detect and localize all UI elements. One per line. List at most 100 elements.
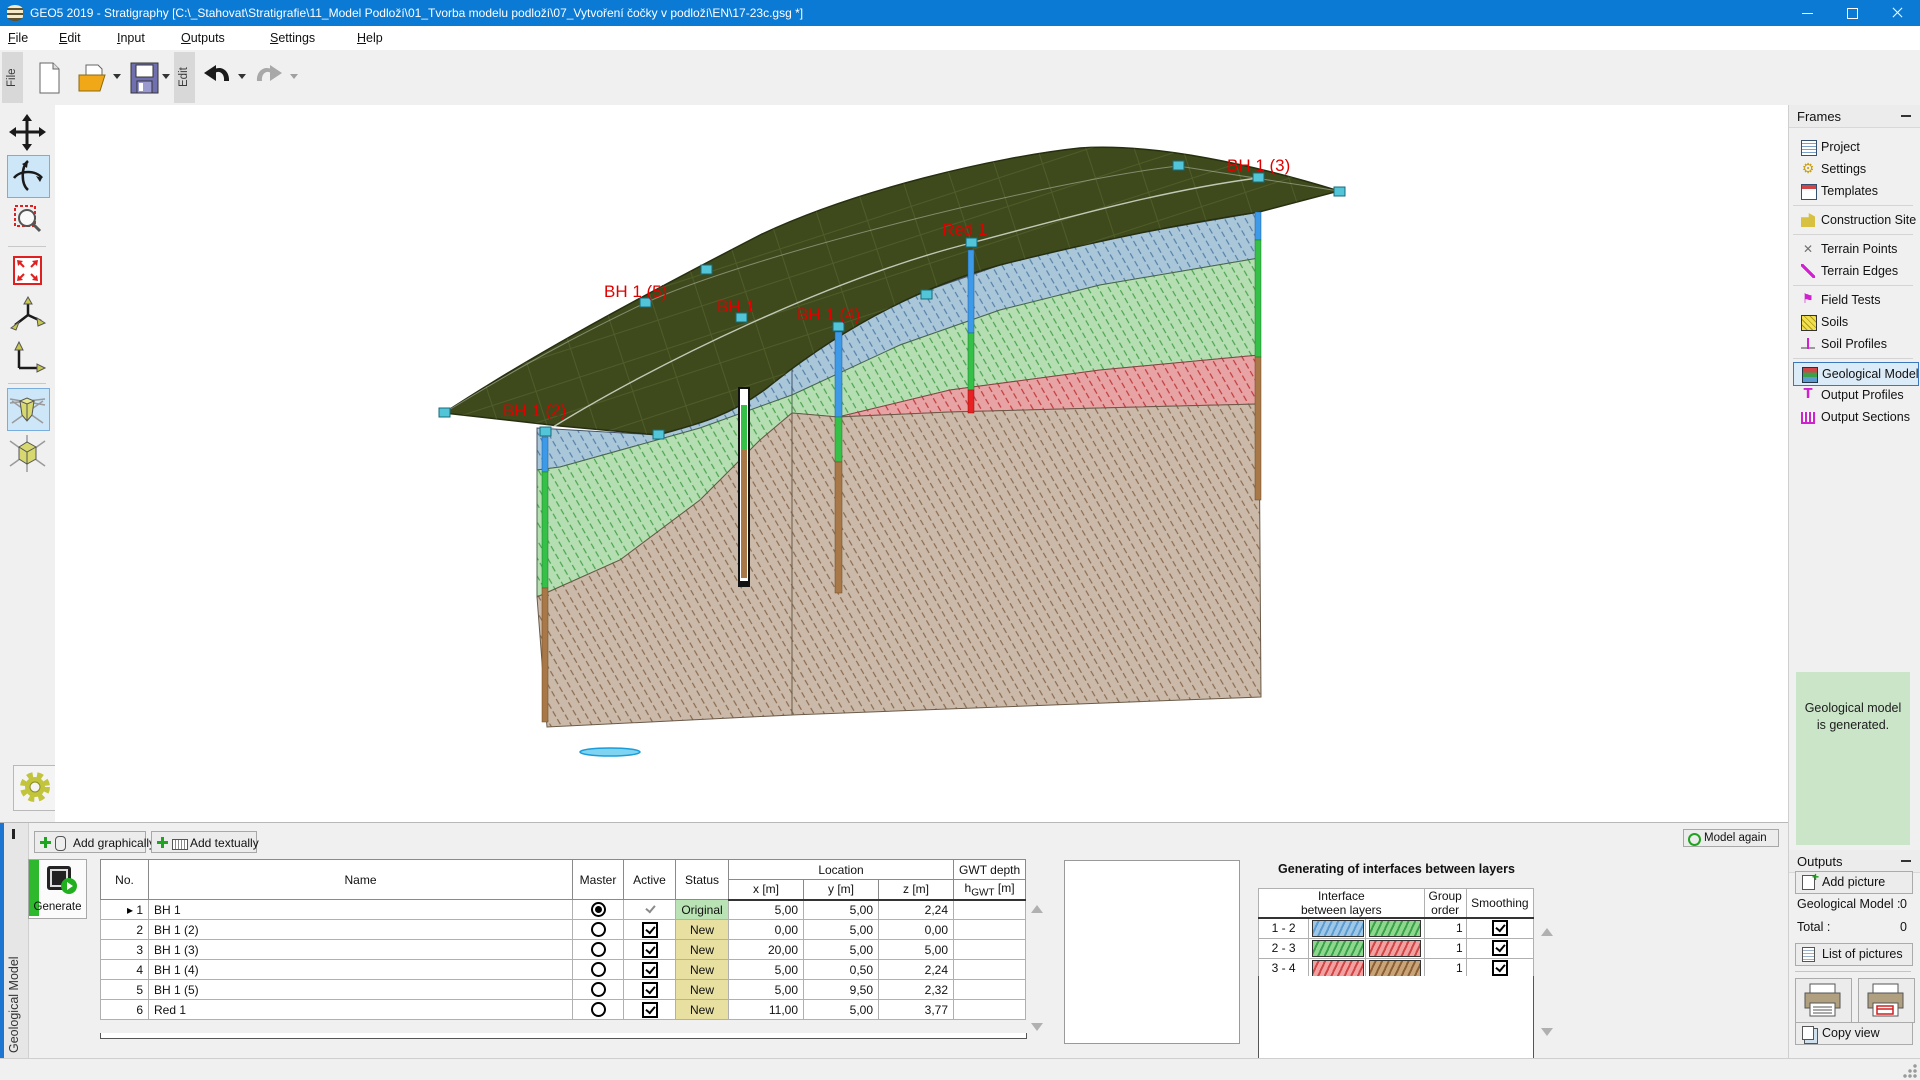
master-radio[interactable] bbox=[590, 922, 606, 938]
list-of-pictures-button[interactable]: List of pictures bbox=[1795, 943, 1913, 966]
model-viewport[interactable]: BH 1 (2) BH 1 (5) BH 1 BH 1 (4) Red 1 BH… bbox=[55, 105, 1788, 822]
redo-dropdown[interactable] bbox=[290, 74, 298, 79]
interfaces-scroll-up[interactable] bbox=[1541, 928, 1553, 936]
col-no[interactable]: No. bbox=[100, 859, 149, 900]
cell-name[interactable]: BH 1 (2) bbox=[148, 919, 573, 940]
axonometry-view-button[interactable] bbox=[7, 433, 48, 474]
master-radio[interactable] bbox=[590, 1002, 606, 1018]
col-name[interactable]: Name bbox=[148, 859, 573, 900]
rotate-view-button[interactable] bbox=[7, 155, 50, 198]
table-scroll-up[interactable] bbox=[1031, 905, 1043, 913]
active-checkbox[interactable] bbox=[641, 1001, 658, 1018]
col-z[interactable]: z [m] bbox=[877, 879, 955, 901]
table-row[interactable]: 4 BH 1 (4) New 5,00 0,50 2,24 bbox=[100, 959, 1027, 980]
maximize-button[interactable] bbox=[1830, 0, 1875, 26]
col-active[interactable]: Active bbox=[623, 859, 676, 900]
interface-row[interactable]: 3 - 4 1 bbox=[1257, 957, 1535, 979]
master-radio[interactable] bbox=[590, 982, 606, 998]
table-row[interactable]: ▸ 1 BH 1 Original 5,00 5,00 2,24 bbox=[100, 899, 1027, 920]
interfaces-scroll-down[interactable] bbox=[1541, 1028, 1553, 1036]
panel-side-tab[interactable]: Geological Model bbox=[4, 823, 29, 1059]
interface-row[interactable]: 2 - 3 1 bbox=[1257, 937, 1535, 959]
cell-name[interactable]: BH 1 (4) bbox=[148, 959, 573, 980]
menu-outputs[interactable]: Outputs bbox=[181, 31, 225, 45]
open-button[interactable] bbox=[76, 59, 110, 97]
zoom-extents-button[interactable] bbox=[7, 250, 48, 291]
table-row[interactable]: 3 BH 1 (3) New 20,00 5,00 5,00 bbox=[100, 939, 1027, 960]
frame-item-field-tests[interactable]: ⚑ Field Tests bbox=[1793, 289, 1917, 311]
col-gwt[interactable]: GWT depth bbox=[953, 859, 1027, 880]
master-radio[interactable] bbox=[590, 902, 606, 918]
outputs-collapse-button[interactable] bbox=[1901, 860, 1911, 862]
print-report-button[interactable] bbox=[1858, 978, 1915, 1023]
close-button[interactable] bbox=[1875, 0, 1920, 26]
menu-input[interactable]: Input bbox=[117, 31, 145, 45]
minimize-button[interactable] bbox=[1785, 0, 1830, 26]
frame-item-terrain-points[interactable]: ✕ Terrain Points bbox=[1793, 238, 1917, 260]
active-checkbox[interactable] bbox=[641, 941, 658, 958]
smoothing-checkbox[interactable] bbox=[1491, 920, 1508, 937]
frame-item-construction-site[interactable]: Construction Site bbox=[1793, 209, 1917, 231]
open-dropdown[interactable] bbox=[113, 74, 121, 79]
frame-item-soils[interactable]: Soils bbox=[1793, 311, 1917, 333]
frame-item-terrain-edges[interactable]: Terrain Edges bbox=[1793, 260, 1917, 282]
cell-name[interactable]: BH 1 bbox=[148, 899, 573, 920]
save-button[interactable] bbox=[127, 59, 161, 97]
frames-collapse-button[interactable] bbox=[1901, 115, 1911, 117]
col-location[interactable]: Location bbox=[727, 859, 955, 880]
active-checkbox[interactable] bbox=[644, 904, 656, 916]
active-checkbox[interactable] bbox=[641, 961, 658, 978]
col-master[interactable]: Master bbox=[572, 859, 624, 900]
menu-help[interactable]: Help bbox=[357, 31, 383, 45]
frame-item-project[interactable]: Project bbox=[1793, 136, 1917, 158]
col-y[interactable]: y [m] bbox=[803, 879, 879, 901]
undo-dropdown[interactable] bbox=[238, 74, 246, 79]
frame-item-settings[interactable]: ⚙ Settings bbox=[1793, 158, 1917, 180]
table-row[interactable]: 5 BH 1 (5) New 5,00 9,50 2,32 bbox=[100, 979, 1027, 1000]
print-button[interactable] bbox=[1795, 978, 1852, 1023]
active-checkbox[interactable] bbox=[641, 981, 658, 998]
col-status[interactable]: Status bbox=[675, 859, 729, 900]
save-dropdown[interactable] bbox=[162, 74, 170, 79]
menu-file[interactable]: File bbox=[8, 31, 28, 45]
master-radio[interactable] bbox=[590, 962, 606, 978]
col-gwt-sub[interactable]: hGWT [m] bbox=[953, 879, 1027, 901]
cell-name[interactable]: BH 1 (3) bbox=[148, 939, 573, 960]
table-row[interactable]: 6 Red 1 New 11,00 5,00 3,77 bbox=[100, 999, 1027, 1020]
master-radio[interactable] bbox=[590, 942, 606, 958]
model-again-button[interactable]: Model again bbox=[1683, 829, 1779, 847]
table-scroll-down[interactable] bbox=[1031, 1023, 1043, 1031]
zoom-window-button[interactable] bbox=[7, 200, 48, 241]
active-checkbox[interactable] bbox=[641, 921, 658, 938]
frame-item-soil-profiles[interactable]: Soil Profiles bbox=[1793, 333, 1917, 355]
smoothing-checkbox[interactable] bbox=[1491, 960, 1508, 976]
cell-name[interactable]: Red 1 bbox=[148, 999, 573, 1020]
menu-edit[interactable]: Edit bbox=[59, 31, 81, 45]
undo-button[interactable] bbox=[200, 59, 234, 97]
interface-row[interactable]: 1 - 2 1 bbox=[1257, 917, 1535, 939]
resize-grip[interactable] bbox=[1903, 1064, 1917, 1078]
generate-button[interactable]: Generate bbox=[28, 859, 87, 919]
view-settings-button[interactable] bbox=[13, 765, 59, 811]
axes-3d-button[interactable] bbox=[7, 295, 48, 336]
edit-toolbar-tab[interactable]: Edit bbox=[174, 52, 195, 103]
new-document-button[interactable] bbox=[32, 59, 66, 97]
frame-item-templates[interactable]: Templates bbox=[1793, 180, 1917, 202]
cell-name[interactable]: BH 1 (5) bbox=[148, 979, 573, 1000]
redo-button[interactable] bbox=[252, 59, 286, 97]
col-x[interactable]: x [m] bbox=[728, 879, 804, 901]
frame-item-geological-model[interactable]: Geological Model bbox=[1793, 362, 1919, 386]
table-row[interactable]: 2 BH 1 (2) New 0,00 5,00 0,00 bbox=[100, 919, 1027, 940]
file-toolbar-tab[interactable]: File bbox=[2, 52, 23, 103]
add-graphically-button[interactable]: Add graphically bbox=[34, 831, 155, 853]
axes-2d-button[interactable] bbox=[7, 338, 48, 379]
frame-item-output-profiles[interactable]: T Output Profiles bbox=[1793, 384, 1917, 406]
pan-view-button[interactable] bbox=[7, 112, 48, 153]
copy-view-button[interactable]: Copy view bbox=[1795, 1022, 1913, 1045]
menu-settings[interactable]: Settings bbox=[270, 31, 315, 45]
perspective-view-button[interactable] bbox=[7, 388, 50, 431]
frame-item-output-sections[interactable]: Output Sections bbox=[1793, 406, 1917, 428]
add-picture-button[interactable]: Add picture bbox=[1795, 870, 1913, 894]
smoothing-checkbox[interactable] bbox=[1491, 940, 1508, 956]
add-textually-button[interactable]: Add textually bbox=[151, 831, 259, 853]
